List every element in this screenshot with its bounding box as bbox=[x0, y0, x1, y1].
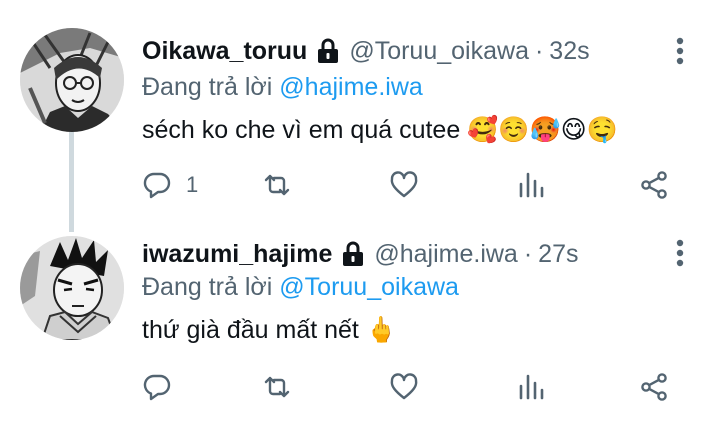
display-name[interactable]: iwazumi_hajime bbox=[142, 239, 332, 269]
like-button[interactable] bbox=[389, 168, 419, 202]
retweet-icon bbox=[264, 174, 290, 196]
timestamp[interactable]: 32s bbox=[549, 36, 589, 66]
share-button[interactable] bbox=[639, 370, 669, 404]
like-button[interactable] bbox=[389, 370, 419, 404]
avatar-image bbox=[20, 236, 124, 340]
handle[interactable]: @Toruu_oikawa bbox=[349, 36, 529, 66]
retweet-icon bbox=[264, 376, 290, 398]
tweet[interactable]: Oikawa_toruu @Toruu_oikawa · 32s Đang tr… bbox=[0, 0, 719, 212]
separator-dot: · bbox=[534, 37, 544, 65]
retweet-button[interactable] bbox=[262, 370, 292, 404]
more-vertical-icon[interactable] bbox=[675, 238, 685, 268]
stats-icon bbox=[519, 374, 544, 400]
retweet-button[interactable] bbox=[262, 168, 292, 202]
replying-to-mention[interactable]: @Toruu_oikawa bbox=[279, 273, 459, 301]
tweet[interactable]: iwazumi_hajime @hajime.iwa · 27s Đang tr… bbox=[0, 212, 719, 421]
share-icon bbox=[641, 373, 667, 401]
lock-icon bbox=[317, 38, 339, 64]
avatar[interactable] bbox=[20, 236, 124, 340]
view-stats-button[interactable] bbox=[516, 370, 546, 404]
stats-icon bbox=[519, 172, 544, 198]
reply-button[interactable] bbox=[142, 370, 186, 404]
reply-icon bbox=[143, 172, 171, 199]
tweet-text: séch ko che vì em quá cutee 🥰☺️🥵😋🤤 bbox=[142, 116, 618, 144]
share-icon bbox=[641, 171, 667, 199]
tweet-header: Oikawa_toruu @Toruu_oikawa · 32s bbox=[142, 36, 590, 66]
avatar-image bbox=[20, 28, 124, 132]
tweet-header: iwazumi_hajime @hajime.iwa · 27s bbox=[142, 239, 578, 269]
handle[interactable]: @hajime.iwa bbox=[374, 239, 517, 269]
view-stats-button[interactable] bbox=[516, 168, 546, 202]
replying-to-mention[interactable]: @hajime.iwa bbox=[279, 73, 422, 101]
like-icon bbox=[390, 171, 418, 198]
share-button[interactable] bbox=[639, 168, 669, 202]
tweet-text: thứ già đầu mất nết 🖕 bbox=[142, 316, 397, 344]
lock-icon bbox=[342, 241, 364, 267]
reply-button[interactable]: 1 bbox=[142, 168, 198, 202]
replying-to-label: Đang trả lời bbox=[142, 73, 273, 101]
replying-to: Đang trả lời @Toruu_oikawa bbox=[142, 272, 459, 302]
timestamp[interactable]: 27s bbox=[538, 239, 578, 269]
avatar[interactable] bbox=[20, 28, 124, 132]
replying-to: Đang trả lời @hajime.iwa bbox=[142, 72, 423, 102]
more-vertical-icon[interactable] bbox=[675, 36, 685, 66]
reply-icon bbox=[143, 374, 171, 401]
replying-to-label: Đang trả lời bbox=[142, 273, 273, 301]
display-name[interactable]: Oikawa_toruu bbox=[142, 36, 307, 66]
separator-dot: · bbox=[523, 240, 533, 268]
reply-count: 1 bbox=[186, 172, 199, 197]
like-icon bbox=[390, 373, 418, 400]
